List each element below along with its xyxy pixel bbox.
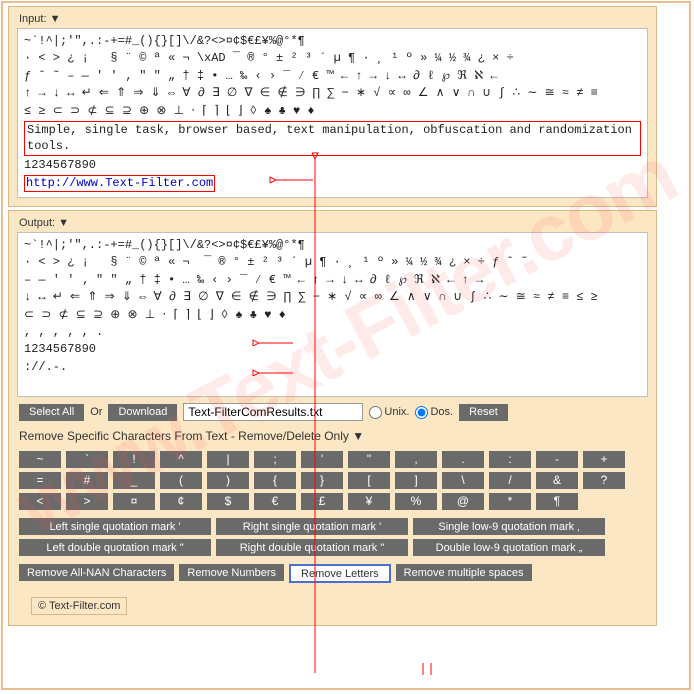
output-line: ~`!^|;'",.:-+=#_(){}[]\/&?<>¤¢$€£¥%@°*¶: [24, 237, 641, 254]
output-controls: Select All Or Download Unix. Dos. Reset: [19, 403, 646, 421]
char-button[interactable]: #: [66, 472, 108, 489]
char-button[interactable]: {: [254, 472, 296, 489]
select-all-button[interactable]: Select All: [19, 404, 84, 421]
output-textarea[interactable]: ~`!^|;'",.:-+=#_(){}[]\/&?<>¤¢$€£¥%@°*¶ …: [17, 232, 648, 397]
quote-button[interactable]: Left double quotation mark ": [19, 539, 211, 556]
char-button[interactable]: !: [113, 451, 155, 468]
dos-radio[interactable]: Dos.: [415, 406, 453, 419]
char-button[interactable]: ": [348, 451, 390, 468]
input-numbers: 1234567890: [24, 157, 641, 174]
char-button[interactable]: <: [19, 493, 61, 510]
copyright: © Text-Filter.com: [31, 597, 127, 615]
quote-button-grid: Left single quotation mark ' Right single…: [19, 518, 646, 556]
char-button[interactable]: ¶: [536, 493, 578, 510]
output-panel: Output: ▼ ~`!^|;'",.:-+=#_(){}[]\/&?<>¤¢…: [8, 210, 657, 626]
char-button-grid: ~ `! ^ |; ' ",.:-+ = # _ () {} [] \ /&? < > ¤ ¢ $ € £ ¥% @ * ¶: [19, 451, 646, 510]
char-button[interactable]: ¢: [160, 493, 202, 510]
output-line: , , , , , .: [24, 324, 641, 341]
char-button[interactable]: ,: [395, 451, 437, 468]
output-line: 1234567890: [24, 341, 641, 358]
char-button[interactable]: >: [66, 493, 108, 510]
char-button[interactable]: *: [489, 493, 531, 510]
input-line: ↑ → ↓ ↔ ↵ ⇐ ⇑ ⇒ ⇓ ⇔ ∀ ∂ ∃ ∅ ∇ ∈ ∉ ∋ ∏ ∑ …: [24, 85, 641, 102]
char-button[interactable]: =: [19, 472, 61, 489]
remove-numbers-button[interactable]: Remove Numbers: [179, 564, 284, 581]
remove-spaces-button[interactable]: Remove multiple spaces: [396, 564, 532, 581]
input-label[interactable]: Input: ▼: [19, 13, 60, 25]
char-button[interactable]: ^: [160, 451, 202, 468]
remove-letters-button[interactable]: Remove Letters: [289, 564, 391, 583]
action-row: Remove All-NAN Characters Remove Numbers…: [19, 564, 646, 583]
input-textarea[interactable]: ~`!^|;'",.:-+=#_(){}[]\/&?<>¤¢$€£¥%@°*¶ …: [17, 28, 648, 198]
quote-button[interactable]: Left single quotation mark ': [19, 518, 211, 535]
input-line: ~`!^|;'",.:-+=#_(){}[]\/&?<>¤¢$€£¥%@°*¶: [24, 33, 641, 50]
quote-button[interactable]: Single low-9 quotation mark ‚: [413, 518, 605, 535]
char-button[interactable]: ?: [583, 472, 625, 489]
char-button[interactable]: ': [301, 451, 343, 468]
char-button[interactable]: $: [207, 493, 249, 510]
input-line: ƒ ˆ ˜ – — ' ' ‚ " " „ † ‡ • … ‰ ‹ › ‾ ⁄ …: [24, 68, 641, 85]
char-button[interactable]: }: [301, 472, 343, 489]
remove-nan-button[interactable]: Remove All-NAN Characters: [19, 564, 174, 581]
char-button[interactable]: ~: [19, 451, 61, 468]
input-url: http://www.Text-Filter.com: [24, 175, 215, 193]
quote-button[interactable]: Right single quotation mark ': [216, 518, 408, 535]
input-panel: Input: ▼ ~`!^|;'",.:-+=#_(){}[]\/&?<>¤¢$…: [8, 6, 657, 207]
char-button[interactable]: \: [442, 472, 484, 489]
char-button[interactable]: ;: [254, 451, 296, 468]
output-line: · < > ¿ ¡ § ¨ © ª « ¬ ­ ¯ ® ° ± ² ³ ´ µ …: [24, 254, 641, 271]
char-button[interactable]: .: [442, 451, 484, 468]
char-button[interactable]: -: [536, 451, 578, 468]
char-button[interactable]: ): [207, 472, 249, 489]
char-button[interactable]: /: [489, 472, 531, 489]
char-button[interactable]: ¤: [113, 493, 155, 510]
char-button[interactable]: €: [254, 493, 296, 510]
char-button[interactable]: ¥: [348, 493, 390, 510]
char-button[interactable]: +: [583, 451, 625, 468]
output-label[interactable]: Output: ▼: [19, 217, 69, 229]
char-button[interactable]: &: [536, 472, 578, 489]
char-button[interactable]: £: [301, 493, 343, 510]
output-line: ⊂ ⊃ ⊄ ⊆ ⊇ ⊕ ⊗ ⊥ ⋅ ⌈ ⌉ ⌊ ⌋ ◊ ♠ ♣ ♥ ♦: [24, 307, 641, 324]
char-button[interactable]: (: [160, 472, 202, 489]
section-header[interactable]: Remove Specific Characters From Text - R…: [19, 429, 646, 443]
char-button[interactable]: `: [66, 451, 108, 468]
filename-input[interactable]: [183, 403, 363, 421]
char-button[interactable]: _: [113, 472, 155, 489]
output-line: ://.-.: [24, 359, 641, 376]
char-button[interactable]: %: [395, 493, 437, 510]
or-label: Or: [90, 406, 102, 418]
input-highlight-sentence: Simple, single task, browser based, text…: [24, 121, 641, 156]
download-button[interactable]: Download: [108, 404, 177, 421]
input-line: ≤ ≥ ⊂ ⊃ ⊄ ⊆ ⊇ ⊕ ⊗ ⊥ ⋅ ⌈ ⌉ ⌊ ⌋ ◊ ♠ ♣ ♥ ♦: [24, 103, 641, 120]
output-line: ↓ ↔ ↵ ⇐ ⇑ ⇒ ⇓ ⇔ ∀ ∂ ∃ ∅ ∇ ∈ ∉ ∋ ∏ ∑ − ∗ …: [24, 289, 641, 306]
input-line: · < > ¿ ¡ § ¨ © ª « ¬ ­\xAD ¯ ® ° ± ² ³ …: [24, 50, 641, 67]
char-button[interactable]: |: [207, 451, 249, 468]
quote-button[interactable]: Double low-9 quotation mark „: [413, 539, 605, 556]
char-button[interactable]: [: [348, 472, 390, 489]
char-button[interactable]: :: [489, 451, 531, 468]
unix-radio[interactable]: Unix.: [369, 406, 409, 419]
char-button[interactable]: ]: [395, 472, 437, 489]
quote-button[interactable]: Right double quotation mark ": [216, 539, 408, 556]
char-button[interactable]: @: [442, 493, 484, 510]
output-line: – — ' ' ‚ " " „ † ‡ • … ‰ ‹ › ‾ ⁄ € ™ ← …: [24, 272, 641, 289]
reset-button[interactable]: Reset: [459, 404, 508, 421]
